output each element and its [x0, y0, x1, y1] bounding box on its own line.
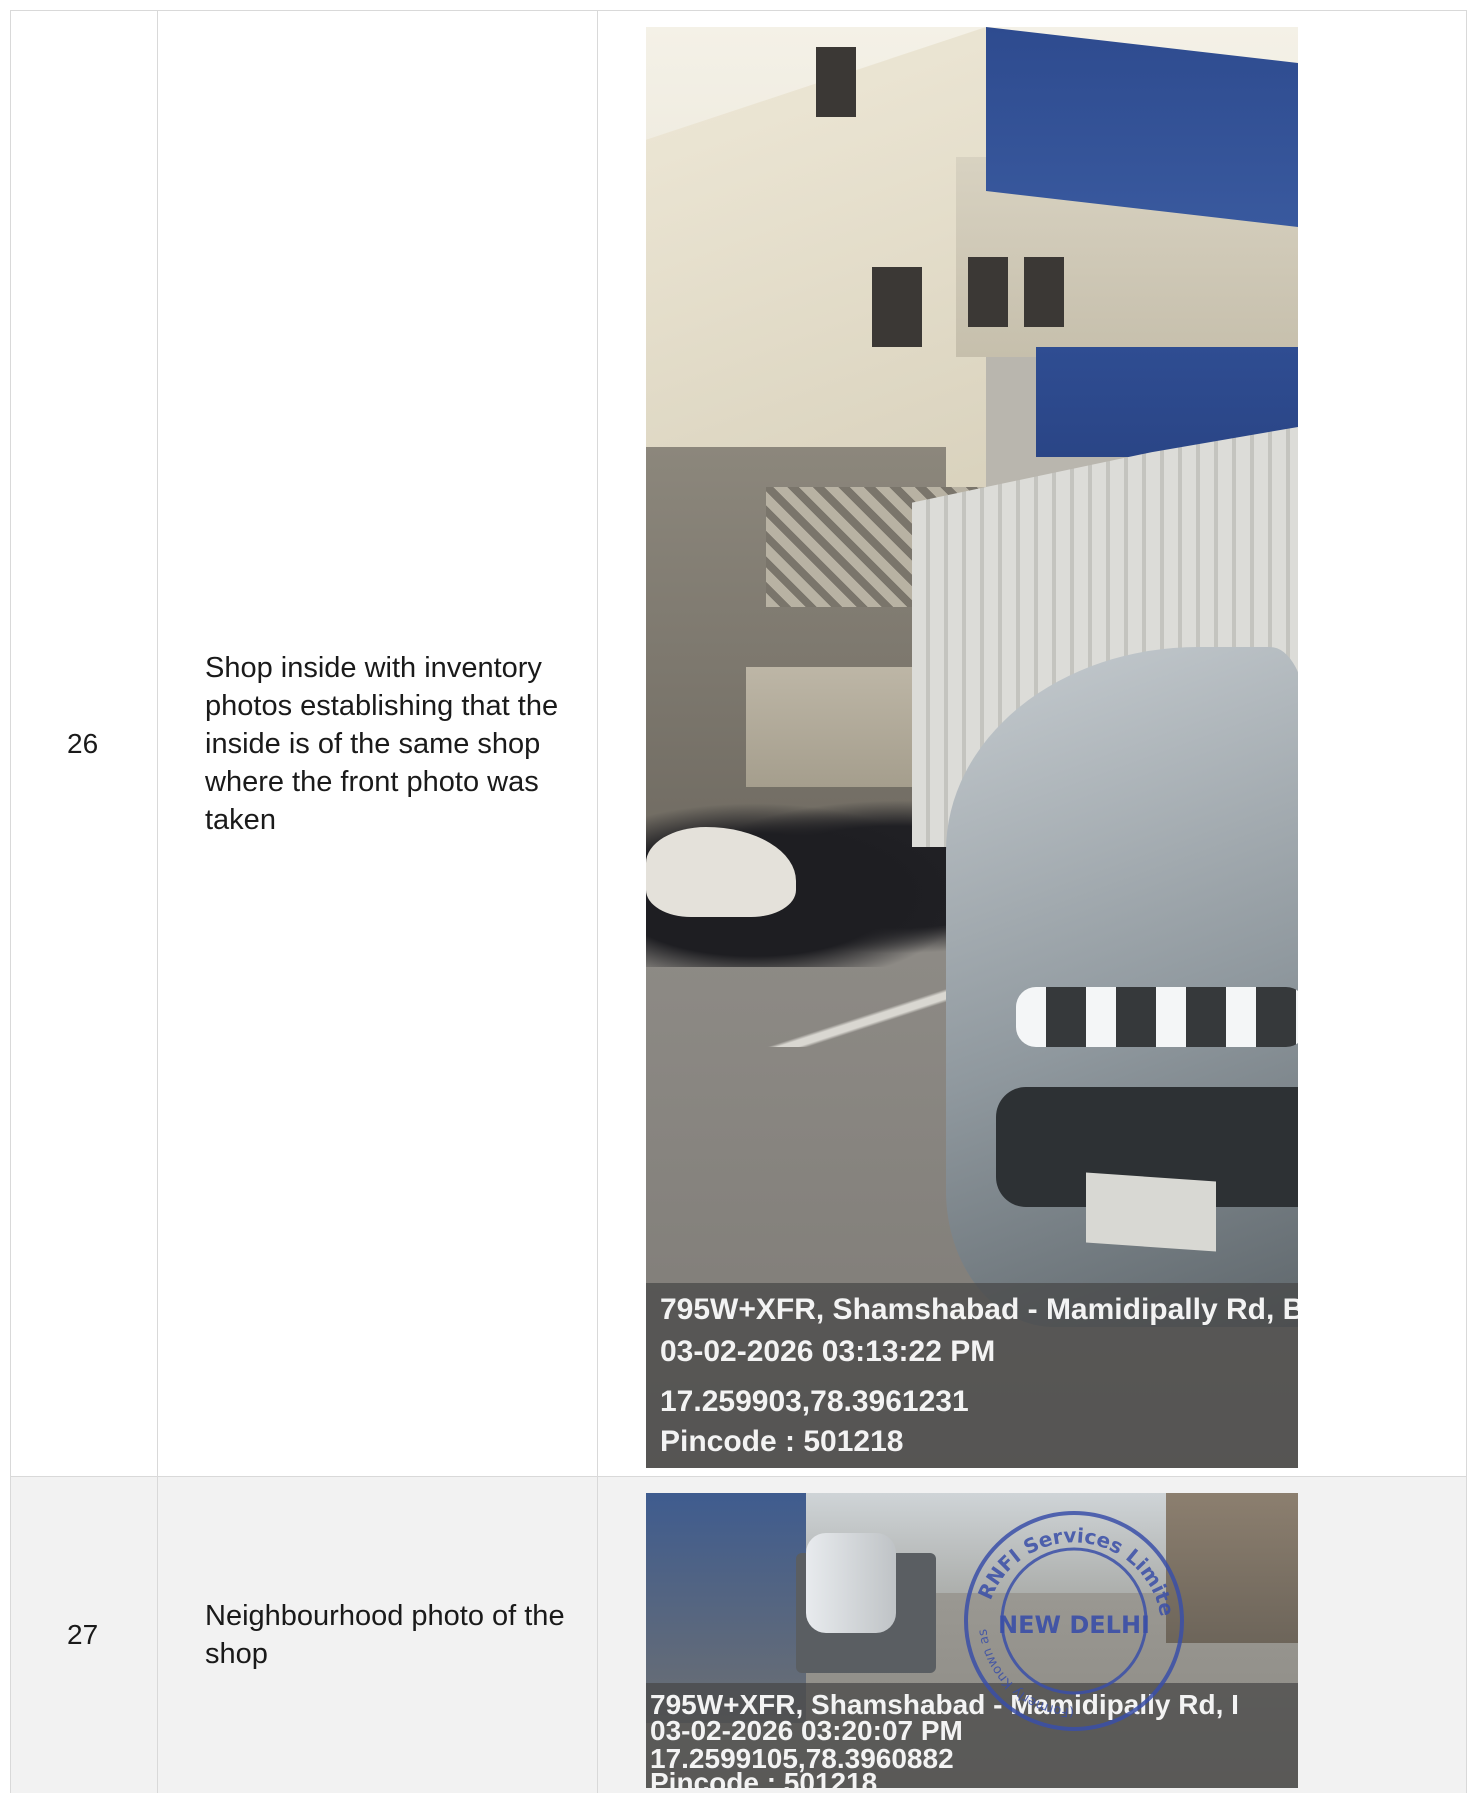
photo-pincode: Pincode : 501218	[660, 1425, 904, 1458]
shop-inside-photo: 795W+XFR, Shamshabad - Mamidipally Rd, B…	[646, 27, 1298, 1468]
seal-center-text: NEW DELHI	[998, 1611, 1150, 1639]
table-row: 26 Shop inside with inventory photos est…	[10, 11, 1467, 1477]
seal-top-text: RNFI Services Limited	[956, 1503, 1179, 1618]
photo-cell: 795W+XFR, Shamshabad - Mamidipally Rd, B…	[597, 11, 1467, 1476]
svg-text:RNFI Services Limited: RNFI Services Limited	[956, 1503, 1179, 1618]
photo-datetime: 03-02-2026 03:13:22 PM	[660, 1335, 996, 1368]
company-seal-stamp: RNFI Services Limited (Formerly Known as…	[956, 1503, 1184, 1731]
photo-cell: 795W+XFR, Shamshabad - Mamidipally Rd, I…	[597, 1477, 1467, 1793]
photo-coordinates: 17.259903,78.3961231	[660, 1385, 969, 1418]
evidence-table: 26 Shop inside with inventory photos est…	[10, 10, 1467, 1793]
photo-address: 795W+XFR, Shamshabad - Mamidipally Rd, B	[660, 1293, 1298, 1326]
row-number: 26	[10, 11, 157, 1476]
row-number: 27	[10, 1477, 157, 1793]
photo-pincode: Pincode : 501218	[650, 1767, 878, 1788]
neighbourhood-photo: 795W+XFR, Shamshabad - Mamidipally Rd, I…	[646, 1493, 1298, 1788]
row-description: Shop inside with inventory photos establ…	[157, 11, 597, 1476]
table-row: 27 Neighbourhood photo of the shop 795W+…	[10, 1477, 1467, 1793]
row-description: Neighbourhood photo of the shop	[157, 1477, 597, 1793]
